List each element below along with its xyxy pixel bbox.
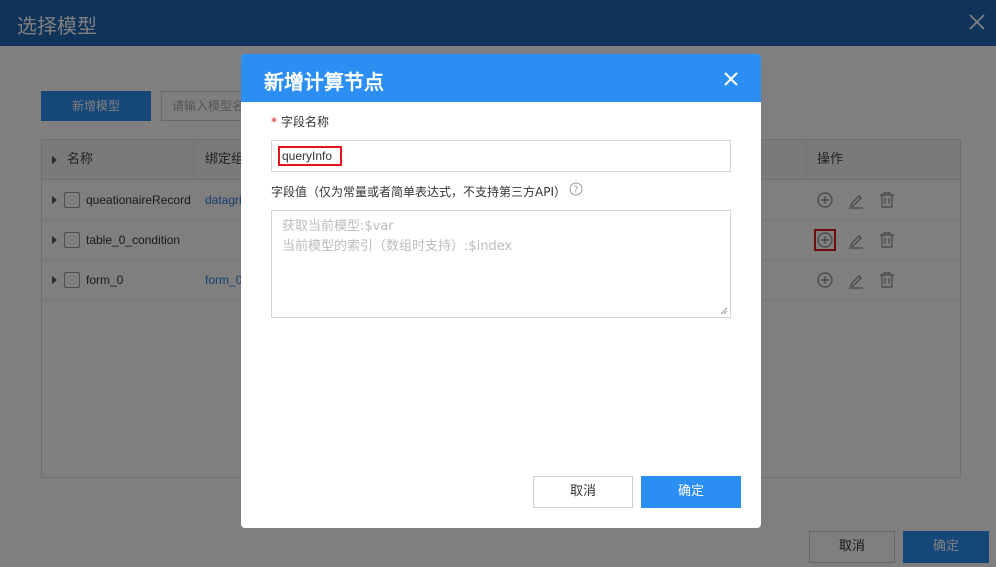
textarea-placeholder-line: 当前模型的索引（数组时支持）:$index <box>282 239 513 254</box>
field-name-label-text: 字段名称 <box>281 115 330 129</box>
highlight-box <box>278 146 342 166</box>
resize-grip-icon[interactable] <box>720 307 728 315</box>
modal-title: 新增计算节点 <box>264 70 384 94</box>
modal-cancel-button[interactable]: 取消 <box>533 476 633 508</box>
close-icon[interactable] <box>723 71 739 87</box>
add-compute-node-modal: 新增计算节点 * 字段名称 queryInfo 字段值（仅为常量或者简单表达式，不… <box>241 54 761 528</box>
required-marker: * <box>271 115 277 129</box>
help-icon[interactable]: ? <box>569 182 583 196</box>
field-name-label: * 字段名称 <box>271 113 329 130</box>
modal-header: 新增计算节点 <box>241 54 761 102</box>
svg-text:?: ? <box>574 186 579 196</box>
field-value-label: 字段值（仅为常量或者简单表达式，不支持第三方API） <box>271 185 566 199</box>
field-value-textarea[interactable]: 获取当前模型:$var 当前模型的索引（数组时支持）:$index <box>271 210 731 318</box>
textarea-placeholder-line: 获取当前模型:$var <box>282 219 394 234</box>
modal-ok-button[interactable]: 确定 <box>641 476 741 508</box>
